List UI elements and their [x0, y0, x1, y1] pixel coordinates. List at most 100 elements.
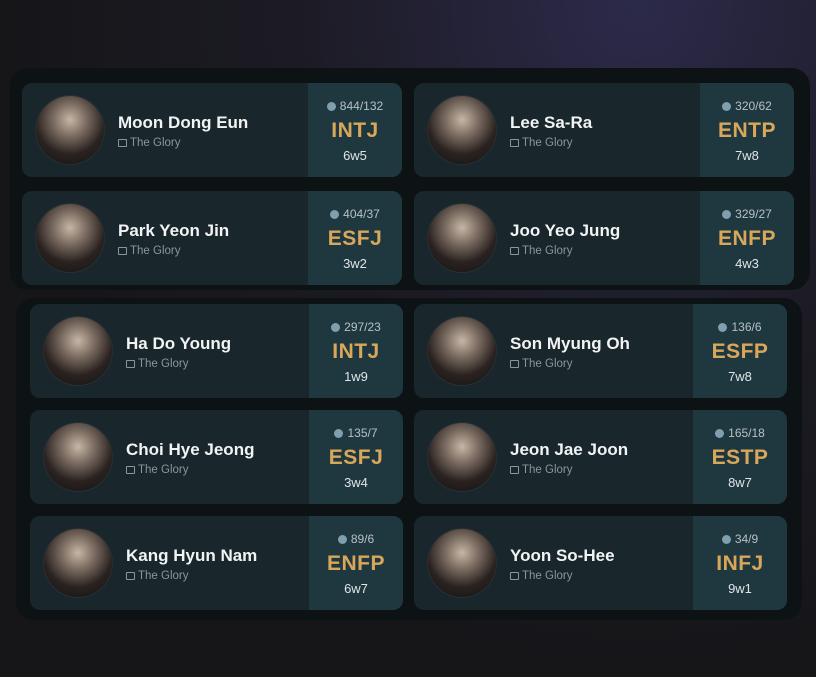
vote-count: 136/6 — [693, 320, 787, 334]
film-icon — [510, 139, 519, 147]
character-card[interactable]: Jeon Jae Joon The Glory 165/18 ESTP 8w7 — [414, 410, 787, 504]
source-label: The Glory — [118, 137, 181, 149]
character-name: Joo Yeo Jung — [510, 221, 621, 240]
source-label: The Glory — [118, 245, 181, 257]
source-text: The Glory — [522, 464, 573, 476]
votes-text: 297/23 — [344, 320, 381, 334]
votes-text: 320/62 — [735, 99, 772, 113]
source-label: The Glory — [510, 358, 573, 370]
character-name: Park Yeon Jin — [118, 221, 230, 240]
enneagram-wing: 6w7 — [344, 581, 368, 596]
person-votes-icon — [337, 535, 347, 544]
source-text: The Glory — [130, 137, 181, 149]
personality-badge[interactable]: 844/132 INTJ 6w5 — [308, 83, 402, 177]
source-label: The Glory — [510, 245, 573, 257]
person-votes-icon — [722, 210, 732, 219]
film-icon — [510, 466, 519, 474]
character-card[interactable]: Moon Dong Eun The Glory 844/132 INTJ 6w5 — [22, 83, 402, 177]
votes-text: 34/9 — [734, 532, 759, 546]
film-icon — [118, 247, 127, 255]
film-icon — [510, 360, 519, 368]
character-card[interactable]: Joo Yeo Jung The Glory 329/27 ENFP 4w3 — [414, 191, 794, 285]
avatar — [36, 96, 104, 164]
vote-count: 844/132 — [308, 99, 402, 113]
source-label: The Glory — [126, 358, 189, 370]
character-name: Choi Hye Jeong — [126, 440, 255, 459]
film-icon — [510, 572, 519, 580]
character-card[interactable]: Ha Do Young The Glory 297/23 INTJ 1w9 — [30, 304, 403, 398]
avatar — [44, 317, 112, 385]
character-card[interactable]: Kang Hyun Nam The Glory 89/6 ENFP 6w7 — [30, 516, 403, 610]
vote-count: 320/62 — [700, 99, 794, 113]
source-text: The Glory — [522, 137, 573, 149]
avatar — [428, 96, 496, 164]
personality-badge[interactable]: 34/9 INFJ 9w1 — [693, 516, 787, 610]
person-votes-icon — [722, 102, 732, 111]
mbti-type: INTJ — [331, 119, 379, 142]
avatar — [428, 204, 496, 272]
personality-badge[interactable]: 297/23 INTJ 1w9 — [309, 304, 403, 398]
character-name: Moon Dong Eun — [118, 113, 249, 132]
character-name: Lee Sa-Ra — [510, 113, 593, 132]
mbti-type: ESFJ — [327, 227, 383, 250]
source-label: The Glory — [510, 464, 573, 476]
source-text: The Glory — [522, 245, 573, 257]
enneagram-wing: 1w9 — [344, 369, 368, 384]
source-text: The Glory — [138, 358, 189, 370]
avatar — [36, 204, 104, 272]
source-label: The Glory — [510, 570, 573, 582]
vote-count: 135/7 — [309, 426, 403, 440]
votes-text: 89/6 — [350, 532, 375, 546]
character-name: Ha Do Young — [126, 334, 232, 353]
source-text: The Glory — [138, 570, 189, 582]
personality-badge[interactable]: 89/6 ENFP 6w7 — [309, 516, 403, 610]
personality-badge[interactable]: 329/27 ENFP 4w3 — [700, 191, 794, 285]
personality-badge[interactable]: 404/37 ESFJ 3w2 — [308, 191, 402, 285]
enneagram-wing: 7w8 — [728, 369, 752, 384]
vote-count: 34/9 — [693, 532, 787, 546]
avatar — [44, 423, 112, 491]
mbti-type: ENFP — [717, 227, 776, 250]
person-votes-icon — [326, 102, 336, 111]
mbti-type: INTJ — [332, 340, 380, 363]
personality-badge[interactable]: 136/6 ESFP 7w8 — [693, 304, 787, 398]
source-label: The Glory — [510, 137, 573, 149]
personality-badge[interactable]: 135/7 ESFJ 3w4 — [309, 410, 403, 504]
person-votes-icon — [334, 429, 344, 438]
film-icon — [126, 360, 135, 368]
person-votes-icon — [721, 535, 731, 544]
avatar — [428, 317, 496, 385]
enneagram-wing: 8w7 — [728, 475, 752, 490]
enneagram-wing: 3w2 — [343, 256, 367, 271]
source-text: The Glory — [138, 464, 189, 476]
votes-text: 329/27 — [735, 207, 772, 221]
avatar — [428, 529, 496, 597]
film-icon — [118, 139, 127, 147]
film-icon — [510, 247, 519, 255]
vote-count: 89/6 — [309, 532, 403, 546]
personality-badge[interactable]: 165/18 ESTP 8w7 — [693, 410, 787, 504]
mbti-type: ESFJ — [328, 446, 384, 469]
votes-text: 136/6 — [731, 320, 762, 334]
mbti-type: ENTP — [717, 119, 776, 142]
avatar — [44, 529, 112, 597]
person-votes-icon — [330, 210, 340, 219]
character-card[interactable]: Yoon So-Hee The Glory 34/9 INFJ 9w1 — [414, 516, 787, 610]
character-card[interactable]: Son Myung Oh The Glory 136/6 ESFP 7w8 — [414, 304, 787, 398]
vote-count: 297/23 — [309, 320, 403, 334]
mbti-type: INFJ — [716, 552, 764, 575]
source-label: The Glory — [126, 570, 189, 582]
personality-badge[interactable]: 320/62 ENTP 7w8 — [700, 83, 794, 177]
character-card[interactable]: Park Yeon Jin The Glory 404/37 ESFJ 3w2 — [22, 191, 402, 285]
character-card[interactable]: Choi Hye Jeong The Glory 135/7 ESFJ 3w4 — [30, 410, 403, 504]
character-name: Jeon Jae Joon — [510, 440, 629, 459]
mbti-type: ESTP — [711, 446, 769, 469]
character-name: Yoon So-Hee — [510, 546, 615, 565]
character-name: Son Myung Oh — [510, 334, 630, 353]
vote-count: 329/27 — [700, 207, 794, 221]
enneagram-wing: 7w8 — [735, 148, 759, 163]
character-name: Kang Hyun Nam — [126, 546, 258, 565]
votes-text: 844/132 — [339, 99, 384, 113]
source-text: The Glory — [522, 570, 573, 582]
character-card[interactable]: Lee Sa-Ra The Glory 320/62 ENTP 7w8 — [414, 83, 794, 177]
